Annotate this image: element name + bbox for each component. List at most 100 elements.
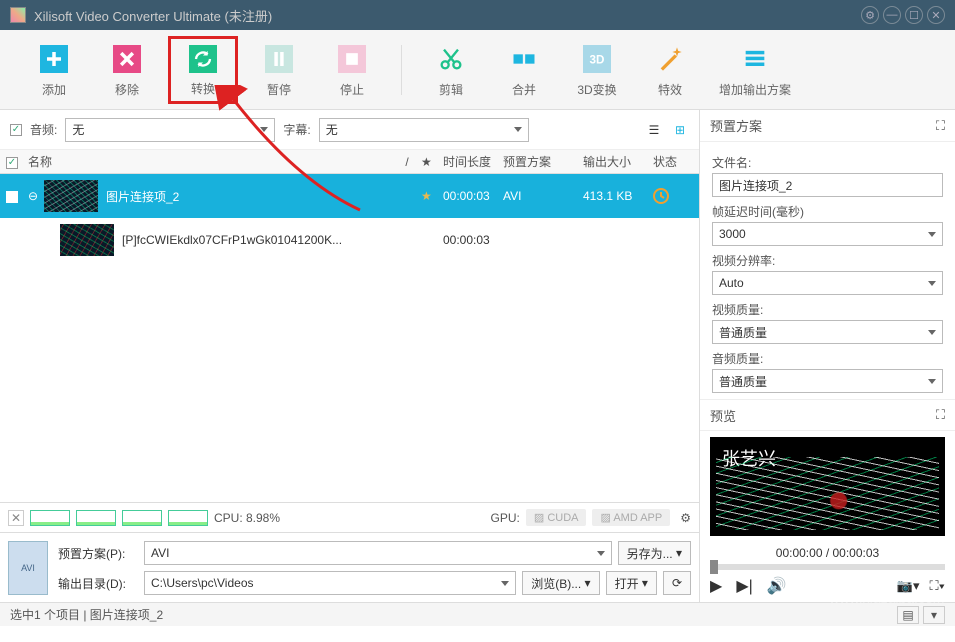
main-toolbar: 添加 移除 转换 暂停 停止 剪辑 合并 3D 3D变换 特效 增加输出方案 bbox=[0, 30, 955, 110]
col-status[interactable]: 状态 bbox=[653, 153, 693, 170]
cpu-core-meter bbox=[122, 510, 162, 526]
gear-icon[interactable]: ⚙ bbox=[680, 511, 691, 525]
window-controls: ⚙ — ☐ ✕ bbox=[861, 6, 945, 24]
filename-label: 文件名: bbox=[712, 154, 943, 171]
remove-button[interactable]: 移除 bbox=[103, 41, 151, 98]
cuda-badge[interactable]: ▨ CUDA bbox=[526, 509, 587, 526]
profile-icon: AVI bbox=[8, 541, 48, 595]
delay-label: 帧延迟时间(毫秒) bbox=[712, 203, 943, 220]
file-size: 413.1 KB bbox=[583, 189, 653, 203]
open-button[interactable]: 打开 ▾ bbox=[606, 571, 657, 595]
refresh-icon bbox=[185, 43, 221, 76]
audio-select[interactable]: 无 bbox=[65, 118, 275, 142]
video-quality-label: 视频质量: bbox=[712, 301, 943, 318]
play-button[interactable]: ▶ bbox=[710, 576, 722, 596]
preset-select[interactable]: AVI bbox=[144, 541, 612, 565]
expand-icon[interactable]: ⛶ bbox=[936, 407, 945, 423]
filename-input[interactable]: 图片连接项_2 bbox=[712, 173, 943, 197]
stop-button[interactable]: 停止 bbox=[328, 41, 376, 98]
effects-button[interactable]: 特效 bbox=[646, 41, 694, 98]
volume-icon[interactable]: 🔊 bbox=[767, 576, 787, 596]
timecode-label: 00:00:00 / 00:00:03 bbox=[700, 542, 955, 564]
col-name[interactable]: 名称 bbox=[28, 153, 393, 170]
collapse-icon[interactable]: ⊖ bbox=[28, 189, 44, 203]
scissors-icon bbox=[433, 41, 469, 77]
cpu-label: CPU: 8.98% bbox=[214, 511, 280, 525]
file-subrow[interactable]: [P]fcCWIEkdlx07CFrP1wGk01041200K... 00:0… bbox=[0, 218, 699, 262]
video-overlay-text: 张艺兴 bbox=[722, 445, 776, 471]
minimize-icon[interactable]: — bbox=[883, 6, 901, 24]
wand-icon bbox=[652, 41, 688, 77]
pause-icon bbox=[261, 41, 297, 77]
subtitle-select[interactable]: 无 bbox=[319, 118, 529, 142]
col-duration[interactable]: 时间长度 bbox=[443, 153, 503, 170]
seek-handle[interactable] bbox=[710, 560, 718, 574]
side-panel: 预置方案 ⛶ 文件名: 图片连接项_2 帧延迟时间(毫秒) 3000 视频分辨率… bbox=[700, 110, 955, 602]
list-view-icon[interactable]: ☰ bbox=[645, 121, 663, 139]
filter-bar: 音频: 无 字幕: 无 ☰ ⊞ bbox=[0, 110, 699, 150]
status-list-icon[interactable]: ▤ bbox=[897, 606, 919, 624]
browse-button[interactable]: 浏览(B)... ▾ bbox=[522, 571, 599, 595]
app-logo-icon bbox=[10, 7, 26, 23]
main-left-pane: 音频: 无 字幕: 无 ☰ ⊞ 名称 / ★ 时间长度 预置方案 输出大小 状态… bbox=[0, 110, 700, 602]
file-list: ⊖ 图片连接项_2 ★ 00:00:03 AVI 413.1 KB [P]fcC… bbox=[0, 174, 699, 502]
add-button[interactable]: 添加 bbox=[30, 41, 78, 98]
thumbnail bbox=[60, 224, 114, 256]
file-row[interactable]: ⊖ 图片连接项_2 ★ 00:00:03 AVI 413.1 KB bbox=[0, 174, 699, 218]
outdir-select[interactable]: C:\Users\pc\Videos bbox=[144, 571, 516, 595]
audio-quality-select[interactable]: 普通质量 bbox=[712, 369, 943, 393]
preset-form: 文件名: 图片连接项_2 帧延迟时间(毫秒) 3000 视频分辨率: Auto … bbox=[700, 142, 955, 399]
add-profile-button[interactable]: 增加输出方案 bbox=[719, 41, 791, 98]
snapshot-icon[interactable]: 📷▾ bbox=[897, 578, 920, 594]
divider bbox=[401, 45, 402, 95]
select-all-checkbox[interactable] bbox=[10, 124, 22, 136]
gpu-label: GPU: bbox=[491, 511, 520, 525]
save-as-button[interactable]: 另存为... ▾ bbox=[618, 541, 691, 565]
status-bar: 选中1 个项目 | 图片连接项_2 ▤ ▾ bbox=[0, 602, 955, 626]
delay-select[interactable]: 3000 bbox=[712, 222, 943, 246]
step-button[interactable]: ▶| bbox=[736, 576, 752, 596]
svg-text:3D: 3D bbox=[590, 54, 605, 67]
preview-video[interactable]: 张艺兴 bbox=[710, 437, 945, 536]
outdir-label: 输出目录(D): bbox=[58, 575, 138, 592]
col-size[interactable]: 输出大小 bbox=[583, 153, 653, 170]
row-checkbox[interactable] bbox=[6, 191, 18, 203]
close-icon[interactable]: ✕ bbox=[927, 6, 945, 24]
status-text: 选中1 个项目 | 图片连接项_2 bbox=[10, 606, 163, 623]
resolution-select[interactable]: Auto bbox=[712, 271, 943, 295]
3d-convert-button[interactable]: 3D 3D变换 bbox=[573, 41, 621, 98]
col-preset[interactable]: 预置方案 bbox=[503, 153, 583, 170]
grid-view-icon[interactable]: ⊞ bbox=[671, 121, 689, 139]
expand-icon[interactable]: ⛶ bbox=[936, 118, 945, 134]
cpu-core-meter bbox=[168, 510, 208, 526]
preset-panel-title: 预置方案 ⛶ bbox=[700, 110, 955, 142]
history-icon[interactable]: ⟳ bbox=[663, 571, 691, 595]
fullscreen-icon[interactable]: ⛶▾ bbox=[930, 578, 945, 594]
file-duration: 00:00:03 bbox=[443, 233, 693, 247]
col-star[interactable]: ★ bbox=[421, 155, 443, 169]
output-bar: AVI 预置方案(P): AVI 另存为... ▾ 输出目录(D): C:\Us… bbox=[0, 532, 699, 602]
maximize-icon[interactable]: ☐ bbox=[905, 6, 923, 24]
resolution-label: 视频分辨率: bbox=[712, 252, 943, 269]
seek-slider[interactable] bbox=[710, 564, 945, 570]
file-duration: 00:00:03 bbox=[443, 189, 503, 203]
video-quality-select[interactable]: 普通质量 bbox=[712, 320, 943, 344]
stop-icon bbox=[334, 41, 370, 77]
close-monitor-icon[interactable]: ✕ bbox=[8, 510, 24, 526]
clip-button[interactable]: 剪辑 bbox=[427, 41, 475, 98]
merge-button[interactable]: 合并 bbox=[500, 41, 548, 98]
header-checkbox[interactable] bbox=[6, 157, 18, 169]
amd-badge[interactable]: ▨ AMD APP bbox=[592, 509, 670, 526]
preview-panel: 预览 ⛶ 张艺兴 00:00:00 / 00:00:03 ▶ ▶| 🔊 📷▾ ⛶… bbox=[700, 399, 955, 602]
plus-icon bbox=[36, 41, 72, 77]
star-icon[interactable]: ★ bbox=[421, 189, 443, 203]
pause-button[interactable]: 暂停 bbox=[255, 41, 303, 98]
preset-label: 预置方案(P): bbox=[58, 545, 138, 562]
playback-controls: ▶ ▶| 🔊 📷▾ ⛶▾ bbox=[700, 570, 955, 602]
list-header: 名称 / ★ 时间长度 预置方案 输出大小 状态 bbox=[0, 150, 699, 174]
titlebar: Xilisoft Video Converter Ultimate (未注册) … bbox=[0, 0, 955, 30]
convert-button[interactable]: 转换 bbox=[168, 36, 238, 104]
status-collapse-icon[interactable]: ▾ bbox=[923, 606, 945, 624]
settings-icon[interactable]: ⚙ bbox=[861, 6, 879, 24]
file-name: [P]fcCWIEkdlx07CFrP1wGk01041200K... bbox=[122, 233, 443, 247]
